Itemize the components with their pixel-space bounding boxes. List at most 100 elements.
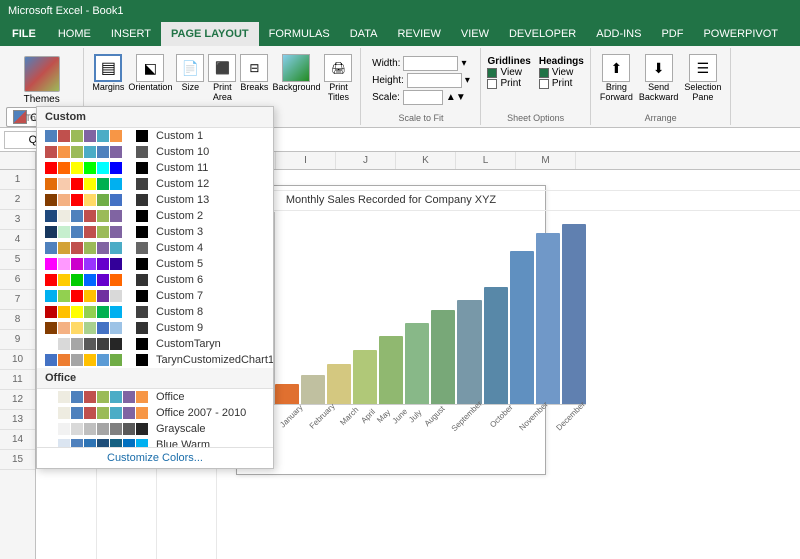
height-dropdown-icon[interactable]: ▾ (465, 75, 470, 86)
item-label: Office 2007 - 2010 (156, 407, 246, 419)
tab-page-layout[interactable]: PAGE LAYOUT (161, 22, 259, 46)
tab-pdf[interactable]: PDF (651, 22, 693, 46)
breaks-btn[interactable]: ⊟ Breaks (240, 54, 268, 92)
margins-btn[interactable]: ▤ Margins (92, 54, 124, 92)
color-swatch (71, 274, 83, 286)
customize-colors-btn[interactable]: Customize Colors... (37, 447, 273, 468)
tab-data[interactable]: DATA (340, 22, 388, 46)
tab-review[interactable]: REVIEW (387, 22, 450, 46)
color-swatch (136, 258, 148, 270)
color-swatch (123, 290, 135, 302)
tab-file[interactable]: FILE (0, 22, 48, 46)
x-label: October (488, 403, 514, 429)
headings-view-cb[interactable] (539, 68, 549, 78)
color-swatch (71, 338, 83, 350)
color-swatch (45, 210, 57, 222)
color-swatch (84, 274, 96, 286)
dropdown-item[interactable]: Custom 13 (37, 192, 273, 208)
item-label: Custom 9 (156, 322, 203, 334)
tab-powerpivot[interactable]: POWERPIVOT (693, 22, 788, 46)
color-swatch (45, 194, 57, 206)
dropdown-item[interactable]: Blue Warm (37, 437, 273, 447)
color-swatch (84, 354, 96, 366)
print-area-btn[interactable]: ⬛ PrintArea (208, 54, 236, 102)
size-btn[interactable]: 📄 Size (176, 54, 204, 92)
row-4: 4 (0, 230, 35, 250)
title-text: Microsoft Excel - Book1 (8, 5, 124, 17)
size-label: Size (182, 82, 200, 92)
scale-input[interactable]: 100% (403, 90, 443, 105)
gridlines-print-cb[interactable] (487, 79, 497, 89)
dropdown-item[interactable]: CustomTaryn (37, 336, 273, 352)
swatch-group (45, 407, 148, 419)
dropdown-item[interactable]: Custom 1 (37, 128, 273, 144)
color-swatch (84, 194, 96, 206)
dropdown-item[interactable]: Custom 7 (37, 288, 273, 304)
bring-forward-btn[interactable]: ⬆ BringForward (600, 54, 633, 102)
color-swatch (84, 338, 96, 350)
color-swatch (45, 391, 57, 403)
color-swatch (84, 322, 96, 334)
color-swatch (123, 226, 135, 238)
dropdown-item[interactable]: Custom 9 (37, 320, 273, 336)
dropdown-item[interactable]: Custom 12 (37, 176, 273, 192)
color-swatch (110, 290, 122, 302)
width-input[interactable]: Automatic (403, 56, 458, 71)
dropdown-item[interactable]: Custom 10 (37, 144, 273, 160)
color-swatch (58, 407, 70, 419)
dropdown-item[interactable]: Custom 8 (37, 304, 273, 320)
dropdown-item[interactable]: Custom 5 (37, 256, 273, 272)
color-swatch (123, 210, 135, 222)
dropdown-item[interactable]: Custom 2 (37, 208, 273, 224)
color-swatch (71, 306, 83, 318)
send-backward-btn[interactable]: ⬇ SendBackward (639, 54, 679, 102)
print-titles-btn[interactable]: 🖨 PrintTitles (324, 54, 352, 102)
dropdown-item[interactable]: Custom 11 (37, 160, 273, 176)
dropdown-item[interactable]: Custom 6 (37, 272, 273, 288)
height-input[interactable]: Automatic (407, 73, 462, 88)
headings-print-cb[interactable] (539, 79, 549, 89)
selection-pane-btn[interactable]: ☰ SelectionPane (684, 54, 721, 102)
dropdown-item[interactable]: Custom 4 (37, 240, 273, 256)
dropdown-item[interactable]: TarynCustomizedChart1 (37, 352, 273, 368)
width-dropdown-icon[interactable]: ▾ (461, 58, 466, 69)
color-swatch (58, 338, 70, 350)
custom-items: Custom 1Custom 10Custom 11Custom 12Custo… (37, 128, 273, 368)
tab-insert[interactable]: INSERT (101, 22, 161, 46)
gridlines-view-cb[interactable] (487, 68, 497, 78)
color-swatch (71, 130, 83, 142)
background-btn[interactable]: Background (272, 54, 320, 92)
tab-view[interactable]: VIEW (451, 22, 499, 46)
scale-stepper[interactable]: ▲▼ (446, 92, 466, 103)
color-swatch (45, 146, 57, 158)
swatch-group (45, 162, 148, 174)
selection-pane-label: SelectionPane (684, 82, 721, 102)
item-label: Custom 7 (156, 290, 203, 302)
item-label: Custom 3 (156, 226, 203, 238)
color-swatch (97, 258, 109, 270)
dropdown-item[interactable]: Office 2007 - 2010 (37, 405, 273, 421)
dropdown-scroll[interactable]: Custom Custom 1Custom 10Custom 11Custom … (37, 107, 273, 447)
x-label: May (375, 408, 392, 425)
swatch-group (45, 322, 148, 334)
tab-formulas[interactable]: FORMULAS (259, 22, 340, 46)
margins-label: Margins (92, 82, 124, 92)
row-7: 7 (0, 290, 35, 310)
themes-label: Themes (24, 94, 60, 105)
dropdown-item[interactable]: Grayscale (37, 421, 273, 437)
color-swatch (58, 423, 70, 435)
tab-home[interactable]: HOME (48, 22, 101, 46)
dropdown-item[interactable]: Office (37, 389, 273, 405)
row-10: 10 (0, 350, 35, 370)
color-swatch (136, 274, 148, 286)
orientation-btn[interactable]: ⬕ Orientation (128, 54, 172, 92)
x-label: June (390, 407, 409, 426)
tab-developer[interactable]: DEVELOPER (499, 22, 586, 46)
color-swatch (45, 407, 57, 419)
chart-container[interactable]: Monthly Sales Recorded for Company XYZ 1… (236, 185, 546, 475)
gridlines-col: Gridlines View Print (487, 56, 530, 89)
color-swatch (110, 306, 122, 318)
colors-dropdown: Custom Custom 1Custom 10Custom 11Custom … (36, 106, 274, 469)
tab-addins[interactable]: ADD-INS (586, 22, 651, 46)
dropdown-item[interactable]: Custom 3 (37, 224, 273, 240)
